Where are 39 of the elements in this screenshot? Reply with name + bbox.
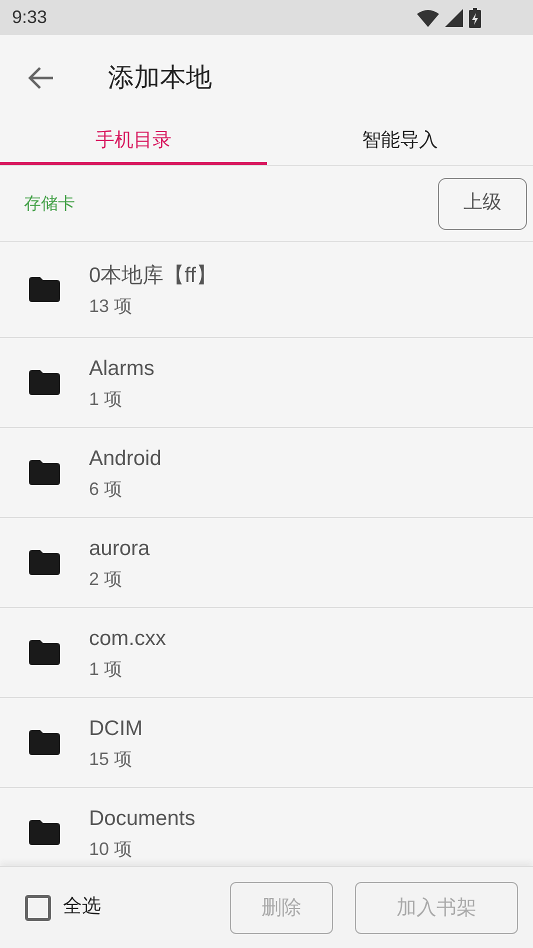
folder-name: Alarms: [89, 356, 154, 382]
item-count: 1 项: [89, 658, 124, 680]
tab[interactable]: 智能导入: [266, 120, 533, 165]
status-time: 9:33: [12, 6, 48, 29]
battery-icon: [469, 8, 481, 28]
folder-name: Android: [89, 446, 162, 472]
folder-name: 0本地库【ff】: [89, 262, 217, 288]
up-level-button[interactable]: 上级: [438, 178, 527, 230]
signal-icon: [445, 8, 463, 26]
folder-icon: [29, 640, 60, 665]
folder-name: com.cxx: [89, 626, 166, 652]
folder-icon: [29, 550, 60, 575]
item-count: 2 项: [89, 568, 124, 590]
folder-row[interactable]: com.cxx 1 项: [0, 608, 533, 698]
folder-row[interactable]: Alarms 1 项: [0, 338, 533, 428]
folder-row[interactable]: aurora 2 项: [0, 518, 533, 608]
tab[interactable]: 手机目录: [0, 120, 266, 165]
item-count: 6 项: [89, 478, 124, 500]
select-all-label: 全选: [63, 895, 101, 920]
folder-icon: [29, 730, 60, 755]
folder-name: DCIM: [89, 716, 143, 742]
folder-name: aurora: [89, 536, 150, 562]
item-count: 10 项: [89, 838, 134, 860]
path-label: 存储卡: [24, 192, 75, 215]
folder-icon: [29, 370, 60, 395]
item-count: 15 项: [89, 748, 134, 770]
folder-row[interactable]: 0本地库【ff】 13 项: [0, 242, 533, 338]
folder-icon: [29, 820, 60, 845]
wifi-icon: [417, 8, 439, 26]
folder-row[interactable]: DCIM 15 项: [0, 698, 533, 788]
back-arrow-icon: [28, 66, 54, 90]
folder-row[interactable]: Android 6 项: [0, 428, 533, 518]
page-title: 添加本地: [108, 61, 212, 94]
item-count: 13 项: [89, 294, 134, 316]
folder-icon: [29, 277, 60, 302]
folder-icon: [29, 460, 60, 485]
folder-name: Documents: [89, 806, 196, 832]
select-all-checkbox[interactable]: [25, 894, 51, 920]
item-count: 1 项: [89, 388, 124, 410]
